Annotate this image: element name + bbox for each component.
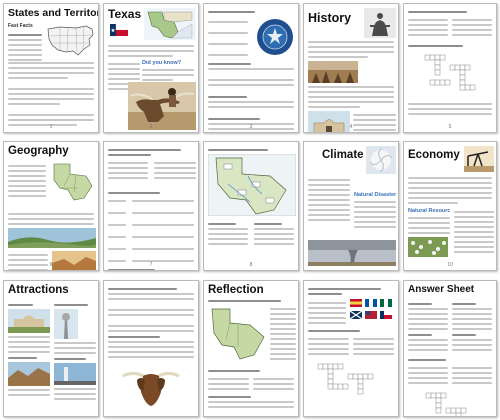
page-number: 8	[249, 262, 253, 268]
six-flags-row	[350, 299, 392, 320]
page-worksheet-4[interactable]	[103, 280, 199, 417]
tower-photo	[54, 308, 78, 339]
page-history[interactable]: History 4	[303, 3, 399, 133]
page-number: 4	[349, 124, 353, 130]
big-bend-park-photo	[8, 361, 50, 386]
page-title: Reflection	[208, 284, 264, 296]
usa-outline-map	[47, 25, 94, 55]
texas-regions-map	[53, 163, 93, 200]
page-title: Economy	[408, 149, 460, 161]
page-worksheet-5[interactable]	[303, 280, 399, 417]
page-number: 5	[448, 124, 452, 130]
texas-labeling-map	[208, 154, 296, 216]
hill-country-photo	[8, 227, 96, 248]
longhorn-steer-photo	[121, 362, 181, 408]
page-number: 2	[149, 124, 153, 130]
page-number: 10	[447, 262, 453, 268]
statue-photo	[364, 8, 396, 38]
battle-painting	[308, 61, 358, 83]
page-number: 6	[49, 262, 53, 268]
page-map-worksheet[interactable]: 8	[203, 141, 299, 271]
longhorn-cowboy-photo	[128, 82, 196, 130]
fast-facts-heading: Fast Facts	[8, 22, 33, 29]
page-texas[interactable]: Texas Did you know? 2	[103, 3, 199, 133]
page-climate[interactable]: Climate Natural Disasters 9	[303, 141, 399, 271]
page-title: Texas	[108, 7, 142, 21]
hurricane-satellite-image	[366, 146, 396, 174]
page-geography[interactable]: Geography 6	[3, 141, 99, 271]
oil-pumpjack-photo	[464, 146, 494, 172]
texas-reflection-map	[211, 308, 265, 359]
answer-crossword	[425, 392, 467, 416]
page-worksheet-2[interactable]: 5	[403, 3, 497, 133]
crossword-puzzle	[424, 54, 476, 91]
page-worksheet-3[interactable]: 7	[103, 141, 199, 271]
page-number: 1	[49, 124, 53, 130]
space-center-photo	[54, 362, 96, 385]
page-reflection[interactable]: Reflection	[203, 280, 299, 417]
page-number: 3	[249, 124, 253, 130]
page-worksheet-1[interactable]: 3	[203, 3, 299, 133]
unit-preview-grid: States and Territories Fast Facts 1	[0, 0, 500, 420]
page-title: Climate	[322, 149, 364, 161]
page-title: Geography	[8, 145, 69, 157]
page-states-territories[interactable]: States and Territories Fast Facts 1	[3, 3, 99, 133]
cotton-field-photo	[408, 237, 448, 257]
texas-flag	[110, 24, 128, 36]
texas-state-seal	[257, 19, 293, 55]
alamo-mission-photo	[308, 111, 350, 132]
page-attractions[interactable]: Attractions	[3, 280, 99, 417]
did-you-know-heading: Did you know?	[142, 60, 182, 66]
word-grid-puzzle	[317, 363, 374, 395]
desert-canyon-photo	[52, 250, 96, 270]
page-title: States and Territories	[8, 7, 98, 19]
alamo-photo	[8, 308, 50, 333]
page-economy[interactable]: Economy Natural Resources	[403, 141, 497, 271]
page-title: History	[308, 11, 352, 25]
page-title: Answer Sheet	[408, 284, 475, 295]
natural-resources-heading: Natural Resources	[408, 208, 450, 214]
page-number: 7	[149, 262, 153, 268]
page-answer-sheet[interactable]: Answer Sheet	[403, 280, 497, 417]
natural-disasters-heading: Natural Disasters	[354, 192, 396, 198]
page-number: 9	[349, 262, 353, 268]
texas-locator-map	[144, 8, 196, 40]
page-title: Attractions	[8, 284, 69, 296]
